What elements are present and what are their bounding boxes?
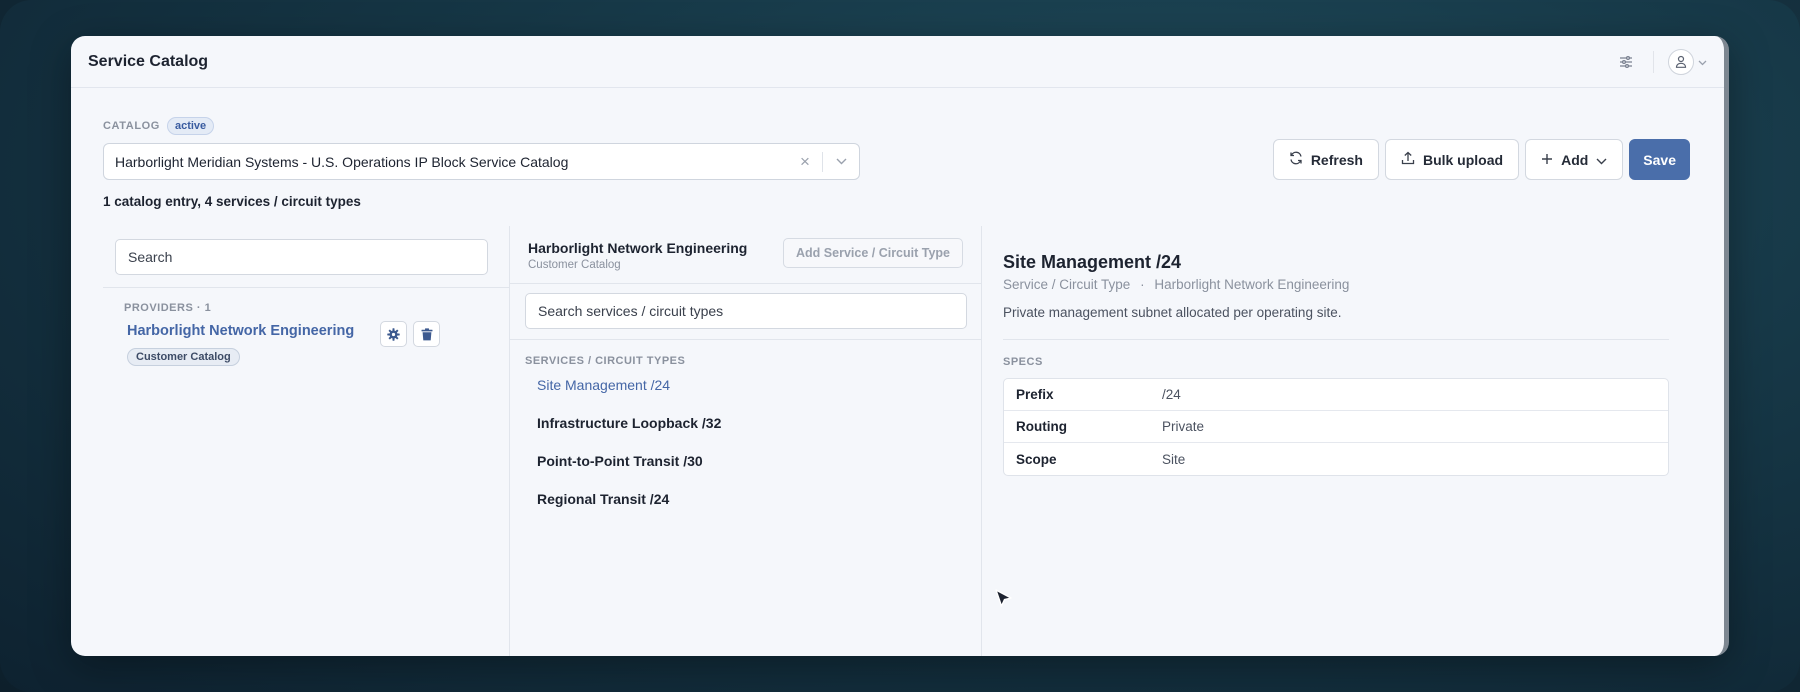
bulk-upload-label: Bulk upload (1422, 151, 1504, 168)
catalog-select-value: Harborlight Meridian Systems - U.S. Oper… (115, 153, 569, 170)
trash-icon[interactable] (413, 321, 440, 347)
chevron-down-icon[interactable] (823, 158, 859, 165)
desktop-background: Service Catalog CATALOG active Harborlig… (0, 0, 1800, 692)
upload-icon (1401, 151, 1415, 168)
add-service-button[interactable]: Add Service / Circuit Type (783, 238, 963, 268)
settings-sliders-icon[interactable] (1613, 49, 1639, 75)
services-pane: Harborlight Network Engineering Customer… (510, 226, 982, 656)
divider (510, 283, 982, 284)
top-bar-actions (1613, 48, 1707, 75)
catalog-summary: 1 catalog entry, 4 services / circuit ty… (103, 194, 361, 209)
bulk-upload-button[interactable]: Bulk upload (1384, 139, 1520, 180)
top-bar: Service Catalog (71, 36, 1724, 88)
detail-description: Private management subnet allocated per … (1003, 305, 1342, 320)
services-search-input[interactable]: Search services / circuit types (525, 293, 967, 329)
divider (1003, 339, 1669, 340)
refresh-button[interactable]: Refresh (1272, 139, 1379, 180)
plus-icon (1541, 152, 1553, 168)
mouse-cursor-icon (995, 589, 1012, 607)
provider-actions (380, 321, 440, 347)
service-list-item[interactable]: Point-to-Point Transit /30 (537, 453, 703, 469)
add-button[interactable]: Add (1525, 139, 1624, 180)
catalog-label-row: CATALOG active (103, 116, 863, 136)
status-badge: active (166, 117, 215, 135)
service-list-item[interactable]: Infrastructure Loopback /32 (537, 415, 721, 431)
spec-value: Site (1162, 451, 1186, 467)
specs-header: SPECS (1003, 356, 1043, 368)
spec-key: Routing (1016, 419, 1067, 434)
provider-name-link[interactable]: Harborlight Network Engineering (127, 323, 354, 339)
app-window: Service Catalog CATALOG active Harborlig… (71, 36, 1729, 656)
catalog-selector-area: CATALOG active Harborlight Meridian Syst… (103, 116, 863, 209)
refresh-icon (1289, 151, 1303, 168)
providers-pane: Search PROVIDERS · 1 Harborlight Network… (103, 226, 510, 656)
services-provider-subtitle: Customer Catalog (528, 259, 621, 271)
catalog-select[interactable]: Harborlight Meridian Systems - U.S. Oper… (103, 143, 860, 180)
spec-key: Prefix (1016, 387, 1054, 402)
save-button[interactable]: Save (1629, 139, 1690, 180)
providers-header: PROVIDERS · 1 (124, 302, 212, 314)
chevron-down-icon[interactable] (1698, 53, 1707, 71)
breadcrumb-separator: · (1140, 277, 1145, 292)
divider (510, 339, 982, 340)
divider (103, 287, 510, 288)
add-label: Add (1561, 151, 1589, 168)
refresh-label: Refresh (1310, 151, 1363, 168)
divider (1653, 50, 1654, 73)
spec-value: Private (1162, 419, 1205, 434)
gear-icon[interactable] (380, 321, 407, 347)
app-title: Service Catalog (88, 52, 209, 70)
detail-title: Site Management /24 (1003, 252, 1182, 272)
toolbar: Refresh Bulk upload Add Save (1272, 139, 1690, 180)
detail-breadcrumb: Service / Circuit Type · Harborlight Net… (1003, 277, 1349, 292)
table-row: Routing Private (1004, 411, 1668, 443)
services-provider-name: Harborlight Network Engineering (528, 240, 748, 256)
service-list-item[interactable]: Site Management /24 (537, 377, 670, 393)
table-row: Scope Site (1004, 443, 1668, 475)
catalog-label: CATALOG (103, 120, 160, 132)
detail-provider: Harborlight Network Engineering (1154, 277, 1350, 292)
detail-type: Service / Circuit Type (1003, 277, 1131, 292)
spec-value: /24 (1162, 387, 1181, 402)
spec-key: Scope (1016, 451, 1057, 467)
catalog-select-controls: × (788, 144, 859, 179)
specs-table: Prefix /24 Routing Private Scope Site (1003, 378, 1669, 476)
service-list-item[interactable]: Regional Transit /24 (537, 491, 669, 507)
chevron-down-icon (1596, 152, 1607, 168)
user-avatar-icon[interactable] (1668, 48, 1694, 75)
content-panes: Search PROVIDERS · 1 Harborlight Network… (103, 226, 1697, 656)
provider-search-input[interactable]: Search (115, 239, 488, 275)
detail-pane: Site Management /24 Service / Circuit Ty… (982, 226, 1697, 656)
user-menu[interactable] (1668, 48, 1707, 75)
table-row: Prefix /24 (1004, 379, 1668, 411)
services-header: SERVICES / CIRCUIT TYPES (525, 355, 686, 367)
clear-icon[interactable]: × (788, 152, 822, 172)
provider-type-badge: Customer Catalog (127, 348, 240, 366)
